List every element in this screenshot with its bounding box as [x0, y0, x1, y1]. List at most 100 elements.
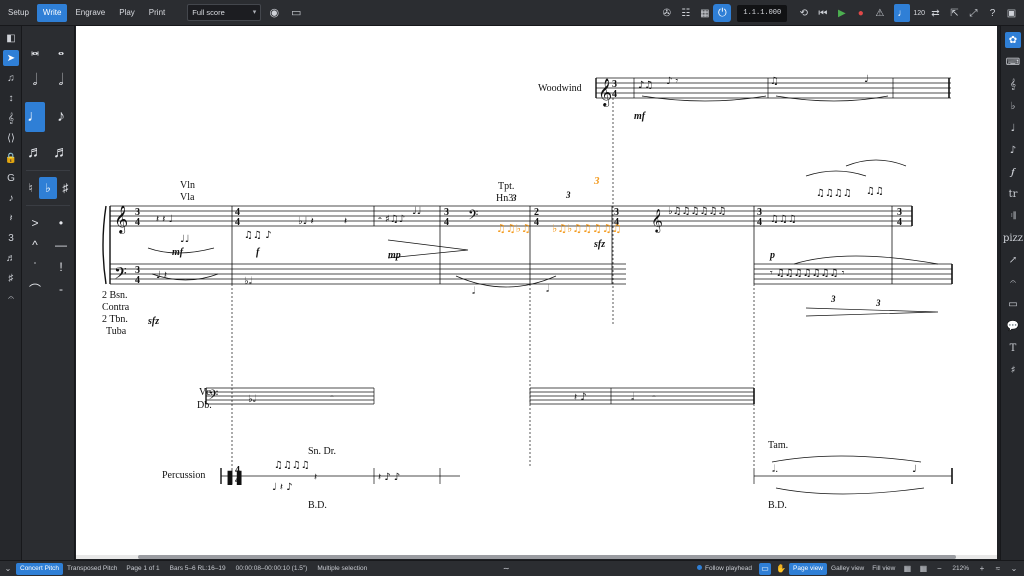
- staccatissimo-icon[interactable]: ˈ: [25, 256, 45, 278]
- key-signature-icon[interactable]: ♭: [1005, 98, 1021, 114]
- click-toggle-icon[interactable]: ♩: [894, 4, 911, 22]
- external-link-icon[interactable]: ⇱: [946, 4, 963, 22]
- text-icon[interactable]: T: [1005, 340, 1021, 356]
- page-view-button[interactable]: Page view: [789, 562, 828, 575]
- eye-icon[interactable]: ◉: [265, 4, 283, 22]
- galley-view-button[interactable]: Galley view: [827, 563, 868, 575]
- score-page[interactable]: 𝄞 𝄞 𝄞 𝄢 𝄢 𝄢 ▐▐ 34 34 34 44 34 24 34 34 3…: [76, 26, 997, 558]
- record-icon[interactable]: ●: [852, 4, 869, 22]
- help-icon[interactable]: ?: [984, 4, 1001, 22]
- sixteenth-note-icon[interactable]: ♬: [25, 142, 45, 164]
- playing-technique-icon[interactable]: pizz: [1003, 230, 1023, 246]
- lines-icon[interactable]: ↗: [1005, 252, 1021, 268]
- ornaments-icon[interactable]: tr: [1005, 186, 1021, 202]
- half-note-alt-icon[interactable]: 𝅗𝅥: [51, 70, 71, 92]
- fill-view-button[interactable]: Fill view: [868, 563, 899, 575]
- notes-input-icon[interactable]: ♫: [3, 70, 19, 86]
- sharp-icon[interactable]: ♯: [57, 177, 74, 199]
- mode-tab-print[interactable]: Print: [143, 4, 171, 22]
- zoom-in-icon[interactable]: +: [976, 563, 988, 575]
- natural-icon[interactable]: ♮: [22, 177, 39, 199]
- back-icon[interactable]: ⏮: [814, 4, 831, 22]
- vc-db-staff[interactable]: [205, 387, 755, 405]
- film-reel-icon[interactable]: ✇: [658, 4, 675, 22]
- scrollbar-thumb[interactable]: [138, 555, 956, 559]
- chord-icon[interactable]: ♯: [1005, 362, 1021, 378]
- slash-icon[interactable]: ↕: [3, 90, 19, 106]
- dynamics-icon[interactable]: 𝆑: [1005, 164, 1021, 180]
- zoom-out-icon[interactable]: −: [933, 563, 945, 575]
- tilde-icon[interactable]: ∼: [500, 563, 512, 575]
- transposed-pitch-button[interactable]: Transposed Pitch: [63, 563, 121, 575]
- fullscreen-icon[interactable]: ⤢: [965, 4, 982, 22]
- stress-icon[interactable]: !: [51, 256, 71, 278]
- dynamic-sfz[interactable]: sfz: [593, 239, 605, 250]
- woodwind-staff[interactable]: [595, 77, 951, 326]
- hand-icon[interactable]: ✋: [775, 563, 787, 575]
- concert-pitch-button[interactable]: Concert Pitch: [16, 562, 64, 575]
- mode-tab-setup[interactable]: Setup: [2, 4, 35, 22]
- quarter-note-icon[interactable]: ♩: [25, 102, 45, 132]
- clef-icon[interactable]: G: [3, 170, 19, 186]
- accent-icon[interactable]: >: [25, 212, 45, 234]
- follow-playhead-toggle[interactable]: Follow playhead: [692, 565, 757, 572]
- horizontal-scrollbar[interactable]: [76, 555, 997, 559]
- keyboard-icon[interactable]: ⌨: [1005, 54, 1021, 70]
- notes-panel-toggle-icon[interactable]: ▣: [1003, 4, 1020, 22]
- palette-icon[interactable]: ✿: [1005, 32, 1021, 48]
- play-icon[interactable]: ▶: [833, 4, 850, 22]
- rest-icon[interactable]: 𝄽: [3, 210, 19, 226]
- power-icon[interactable]: ⏻: [713, 4, 732, 22]
- split-stem-icon[interactable]: ♬: [3, 250, 19, 266]
- grid-view-icon[interactable]: ▦: [901, 563, 913, 575]
- time-signature-icon[interactable]: ♩: [1005, 120, 1021, 136]
- mode-tab-engrave[interactable]: Engrave: [69, 4, 111, 22]
- fixed-tempo-icon[interactable]: ⇄: [927, 4, 944, 22]
- tilde-icon[interactable]: ≈: [992, 563, 1004, 575]
- key-icon[interactable]: ♪: [3, 190, 19, 206]
- grid-alt-icon[interactable]: ▦: [917, 563, 929, 575]
- keyboard-icon[interactable]: ▦: [696, 4, 713, 22]
- selected-notes[interactable]: ♫♫♭♫ ♭♫♭♫♫♫♫♫ 3: [496, 175, 622, 235]
- mode-tab-play[interactable]: Play: [113, 4, 141, 22]
- staccato-icon[interactable]: •: [51, 212, 71, 234]
- dynamic-sfz[interactable]: sfz: [147, 316, 159, 327]
- eighth-note-icon[interactable]: ♪: [51, 106, 71, 128]
- unstress-icon[interactable]: -: [51, 278, 71, 300]
- flat-icon[interactable]: ♭: [39, 177, 57, 199]
- tuplet-icon[interactable]: ⟨⟩: [3, 130, 19, 146]
- mixer-icon[interactable]: ☷: [677, 4, 694, 22]
- window-icon[interactable]: ▭: [287, 4, 305, 22]
- slur-icon[interactable]: ⌒: [25, 278, 45, 300]
- metronome-icon[interactable]: ⚠: [871, 4, 888, 22]
- marcato-icon[interactable]: ^: [25, 234, 45, 256]
- thirtysecond-note-icon[interactable]: ♬: [51, 142, 71, 164]
- repeat-icon[interactable]: 𝄇: [1005, 208, 1021, 224]
- mode-tab-write[interactable]: Write: [36, 3, 68, 22]
- chevron-down-icon[interactable]: ⌄: [1008, 563, 1020, 575]
- chevron-down-icon[interactable]: ⌄: [2, 563, 14, 575]
- tempo-icon[interactable]: ♪: [1005, 142, 1021, 158]
- clef-icon[interactable]: 𝄞: [1005, 76, 1021, 92]
- tenuto-icon[interactable]: —: [51, 234, 71, 256]
- select-view-icon[interactable]: ▭: [759, 562, 772, 575]
- voice-icon[interactable]: 3: [3, 230, 19, 246]
- comment-icon[interactable]: 💬: [1005, 318, 1021, 334]
- holds-icon[interactable]: 𝄐: [1005, 274, 1021, 290]
- panel-toggle-icon[interactable]: ◧: [3, 30, 19, 46]
- breve-icon[interactable]: 𝅜: [25, 40, 45, 62]
- half-note-icon[interactable]: 𝅗𝅥: [25, 70, 45, 92]
- dynamic-f[interactable]: f: [256, 247, 261, 258]
- lock-icon[interactable]: 🔒: [3, 150, 19, 166]
- rehearsal-icon[interactable]: ▭: [1005, 296, 1021, 312]
- tie-icon[interactable]: 𝄐: [3, 290, 19, 306]
- rewind-icon[interactable]: ⟲: [795, 4, 812, 22]
- select-icon[interactable]: ➤: [3, 50, 19, 66]
- dynamic-mf[interactable]: mf: [172, 247, 185, 258]
- dynamic-p[interactable]: p: [769, 250, 775, 261]
- percussion-staff[interactable]: [220, 468, 953, 484]
- zoom-level[interactable]: 212%: [947, 565, 974, 572]
- transpose-icon[interactable]: 𝄞: [3, 110, 19, 126]
- dynamic-mf[interactable]: mf: [634, 111, 647, 122]
- ornament-icon[interactable]: ♯: [3, 270, 19, 286]
